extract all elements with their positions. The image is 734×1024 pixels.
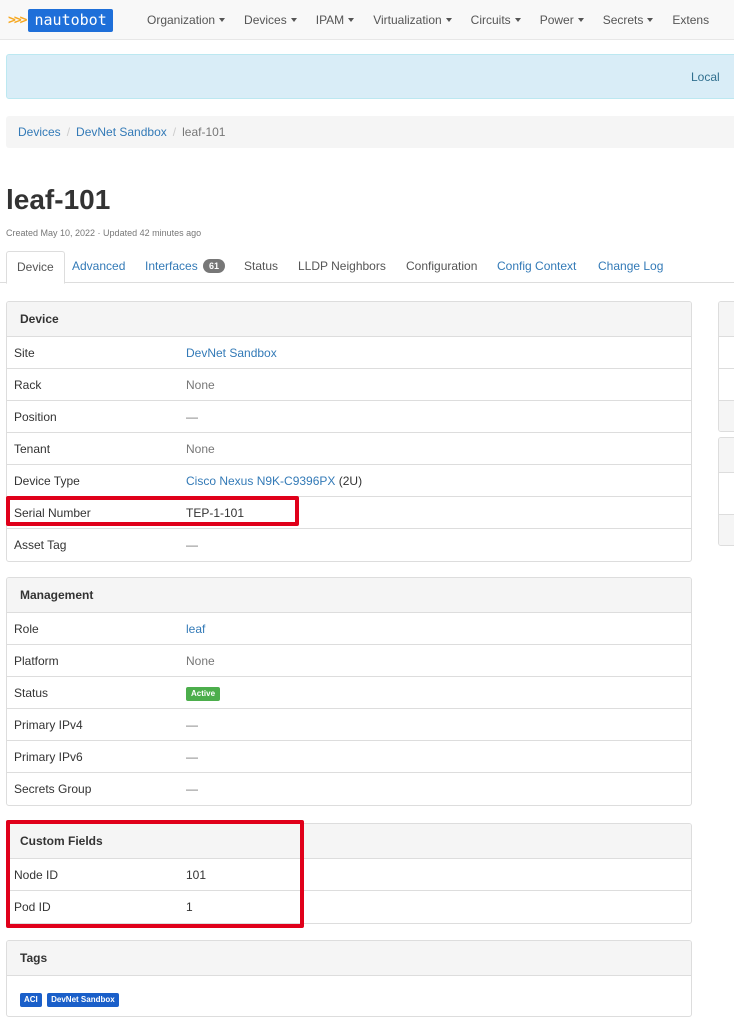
tab-advanced[interactable]: Advanced — [62, 251, 135, 283]
breadcrumb-separator: / — [66, 125, 71, 139]
interfaces-count-badge: 61 — [203, 259, 226, 273]
row-key: Device Type — [14, 474, 80, 488]
table-row — [719, 473, 734, 515]
nav-organization[interactable]: Organization — [147, 13, 226, 27]
status-badge: Active — [186, 687, 221, 701]
device-tabs: Device Advanced Interfaces 61 Status LLD… — [0, 251, 734, 284]
row-value: None — [186, 442, 215, 456]
device-type-height: (2U) — [338, 474, 363, 488]
nav-circuits[interactable]: Circuits — [471, 13, 521, 27]
custom-fields-highlight — [6, 820, 304, 928]
nav-virtualization[interactable]: Virtualization — [373, 13, 452, 27]
table-row — [719, 369, 734, 401]
panel-heading: Management — [7, 578, 691, 613]
row-value: — — [186, 782, 198, 796]
tags-panel: Tags ACI DevNet Sandbox — [6, 940, 692, 1017]
panel-heading: Tags — [7, 941, 691, 976]
row-value: Active — [186, 685, 221, 701]
row-value: — — [186, 750, 198, 764]
row-value: None — [186, 378, 215, 392]
table-row — [719, 337, 734, 369]
chevron-down-icon — [219, 18, 226, 22]
row-value: None — [186, 654, 215, 668]
chevron-down-icon — [445, 18, 452, 22]
row-value: — — [186, 538, 198, 552]
nav-devices[interactable]: Devices — [244, 13, 297, 27]
tag-aci[interactable]: ACI — [20, 993, 42, 1007]
right-panel-partial — [718, 437, 734, 546]
tab-lldp-neighbors[interactable]: LLDP Neighbors — [288, 251, 396, 283]
tab-interfaces[interactable]: Interfaces 61 — [135, 251, 235, 283]
table-row: Device Type Cisco Nexus N9K-C9396PX (2U) — [7, 465, 691, 497]
row-key: Asset Tag — [14, 538, 67, 552]
row-key: Rack — [14, 378, 42, 392]
nav-ipam[interactable]: IPAM — [316, 13, 355, 27]
row-key: Position — [14, 410, 57, 424]
top-navbar: >>> nautobot Organization Devices IPAM V… — [0, 0, 734, 40]
row-key: Status — [14, 686, 49, 700]
tab-config-context[interactable]: Config Context — [487, 251, 586, 283]
right-panel-partial — [718, 301, 734, 432]
breadcrumb-current: leaf-101 — [182, 125, 226, 139]
role-link[interactable]: leaf — [186, 622, 205, 636]
created-updated-meta: Created May 10, 2022 · Updated 42 minute… — [6, 228, 202, 238]
breadcrumb-site[interactable]: DevNet Sandbox — [76, 125, 167, 139]
breadcrumb-devices[interactable]: Devices — [18, 125, 61, 139]
table-row: Status Active — [7, 677, 691, 709]
tag-devnet-sandbox[interactable]: DevNet Sandbox — [47, 993, 119, 1007]
table-row: Asset Tag — — [7, 529, 691, 561]
alert-text: Local — [691, 70, 720, 84]
tag-list: ACI DevNet Sandbox — [20, 991, 121, 1007]
table-row: Rack None — [7, 369, 691, 401]
tab-configuration[interactable]: Configuration — [396, 251, 487, 283]
row-key: Site — [14, 346, 35, 360]
tab-device[interactable]: Device — [6, 251, 65, 284]
chevron-down-icon — [647, 18, 654, 22]
table-row: Primary IPv4 — — [7, 709, 691, 741]
row-value: — — [186, 718, 198, 732]
serial-number-highlight — [6, 496, 299, 526]
row-key: Platform — [14, 654, 59, 668]
row-key: Primary IPv4 — [14, 718, 83, 732]
chevron-down-icon — [348, 18, 355, 22]
brand-name: nautobot — [28, 9, 113, 32]
row-key: Tenant — [14, 442, 51, 456]
tags-row: ACI DevNet Sandbox — [7, 976, 691, 1016]
nav-extensibility[interactable]: Extens — [672, 13, 709, 27]
row-value: Cisco Nexus N9K-C9396PX (2U) — [186, 474, 362, 488]
chevron-down-icon — [577, 18, 584, 22]
table-row: Primary IPv6 — — [7, 741, 691, 773]
panel-heading — [719, 438, 734, 473]
panel-heading: Device — [7, 302, 691, 337]
tab-change-log[interactable]: Change Log — [588, 251, 673, 283]
panel-footer — [719, 515, 734, 545]
panel-footer — [719, 401, 734, 431]
brand-logo[interactable]: >>> nautobot — [8, 8, 113, 33]
breadcrumb-separator: / — [172, 125, 177, 139]
tab-status[interactable]: Status — [234, 251, 288, 283]
table-row: Site DevNet Sandbox — [7, 337, 691, 369]
row-key: Secrets Group — [14, 782, 92, 796]
management-panel: Management Role leaf Platform None Statu… — [6, 577, 692, 806]
chevron-down-icon — [514, 18, 521, 22]
table-row: Secrets Group — — [7, 773, 691, 805]
breadcrumb: Devices / DevNet Sandbox / leaf-101 — [6, 116, 734, 148]
info-alert: Local — [6, 54, 734, 99]
nav-power[interactable]: Power — [540, 13, 584, 27]
table-row: Tenant None — [7, 433, 691, 465]
nav-secrets[interactable]: Secrets — [603, 13, 654, 27]
table-row: Role leaf — [7, 613, 691, 645]
site-link[interactable]: DevNet Sandbox — [186, 346, 277, 360]
row-key: Role — [14, 622, 39, 636]
table-row: Position — — [7, 401, 691, 433]
row-key: Primary IPv6 — [14, 750, 83, 764]
device-type-link[interactable]: Cisco Nexus N9K-C9396PX — [186, 474, 335, 488]
brand-chevrons-icon: >>> — [8, 13, 28, 28]
chevron-down-icon — [290, 18, 297, 22]
table-row: Platform None — [7, 645, 691, 677]
page-title: leaf-101 — [6, 184, 111, 215]
row-value: — — [186, 410, 198, 424]
panel-heading — [719, 302, 734, 337]
nav-menu: Organization Devices IPAM Virtualization… — [147, 0, 728, 39]
